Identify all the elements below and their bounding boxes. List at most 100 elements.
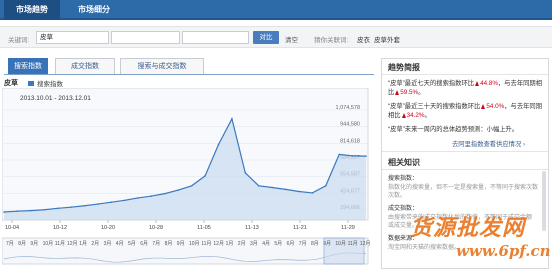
legend-label[interactable]: 搜索指数: [37, 78, 63, 88]
data-point: [150, 195, 153, 197]
tab-search-and-deal-index[interactable]: 搜索与成交指数: [120, 58, 204, 74]
keyword-input-2[interactable]: [111, 31, 180, 44]
overview-tick-label: 4月: [262, 241, 270, 247]
tab-market-trend[interactable]: 市场趋势: [4, 0, 60, 20]
divider: [382, 169, 548, 170]
recommend-link-1[interactable]: 皮衣: [357, 34, 370, 44]
knowledge-text: 指数化的搜索量，但不一定是搜索量，不等同于搜索次数: [388, 185, 539, 191]
overview-tick-label: 8月: [165, 241, 173, 247]
compare-button[interactable]: 对比: [253, 31, 279, 44]
recommend-label: 猜你关联词:: [314, 37, 349, 44]
trend-text: 。: [418, 89, 425, 96]
keyword-label: 关键词:: [8, 37, 30, 44]
data-point: [338, 153, 340, 156]
more-supply-link[interactable]: 去阿里指数查看供应情况 ›: [452, 139, 525, 148]
data-point: [204, 175, 206, 177]
watermark: 货源批发网 www.6pf.cn: [410, 206, 551, 266]
trend-value: 59.5%: [400, 89, 419, 96]
data-point: [217, 143, 220, 146]
overview-tick-label: 1月: [79, 241, 87, 247]
overview-tick-label: 5月: [274, 241, 282, 247]
knowledge-heading: 搜索指数：: [388, 176, 419, 182]
overview-tick-label: 4月: [116, 241, 124, 247]
up-arrow-icon: [475, 80, 480, 86]
y-tick-label: 944,580: [340, 122, 360, 128]
data-point: [298, 190, 300, 193]
data-point: [30, 209, 32, 212]
overview-tick-label: 6月: [140, 241, 148, 247]
overview-tick-label: 1月: [226, 241, 234, 247]
keyword-input-3[interactable]: [182, 31, 249, 44]
legend-swatch: [28, 81, 34, 86]
data-point: [164, 192, 166, 195]
date-range-label: 2013.10.01 - 2013.12.01: [20, 95, 91, 102]
data-point: [284, 188, 287, 191]
x-tick-label: 10-20: [101, 225, 115, 231]
overview-tick-label: 3月: [104, 241, 112, 247]
trend-item: “皮草”最近三十天的搜索指数环比 54.0%，与去年同期相比 34.2%。: [388, 102, 546, 120]
overview-tick-label: 12月: [213, 241, 224, 247]
recommend-link-2[interactable]: 皮草外套: [374, 34, 400, 44]
search-index-chart[interactable]: 2013.10.01 - 2013.12.01 1,074,578 944,580 8…: [2, 88, 372, 271]
index-tabs: 搜索指数 成交指数 搜索与成交指数: [4, 58, 374, 75]
overview-tick-label: 10月: [43, 241, 54, 247]
chart-keyword: 皮草: [4, 80, 18, 87]
tab-search-index[interactable]: 搜索指数: [8, 58, 48, 74]
data-point: [351, 155, 354, 157]
keyword-input-1[interactable]: 皮草: [36, 31, 109, 44]
overview-tick-label: 10月: [335, 241, 346, 247]
data-point: [190, 184, 193, 187]
overview-tick-label: 11月: [201, 241, 211, 247]
overview-tick-label: 6月: [287, 241, 295, 247]
trend-text: “皮草”未来一周内的总体趋势预测：小幅上升。: [388, 126, 519, 133]
y-tick-label: 1,074,578: [336, 105, 360, 111]
x-tick-label: 11-13: [245, 225, 259, 231]
overview-tick-label: 7月: [6, 241, 14, 247]
data-point: [123, 199, 126, 202]
x-tick-label: 10-28: [149, 225, 163, 231]
data-point: [271, 186, 273, 189]
data-point: [16, 210, 19, 212]
overview-tick-label: 8月: [311, 241, 319, 247]
overview-tick-label: 12月: [360, 241, 371, 247]
data-point: [177, 189, 180, 191]
y-tick-label: 814,618: [340, 138, 360, 144]
trend-text: “皮草”最近七天的搜索指数环比: [388, 80, 475, 87]
overview-tick-label: 5月: [128, 241, 136, 247]
trend-value: 34.2%: [406, 112, 425, 119]
data-point: [257, 184, 260, 187]
divider: [382, 74, 548, 75]
up-arrow-icon: [481, 103, 486, 109]
overview-tick-label: 12月: [67, 241, 78, 247]
data-point: [137, 197, 139, 199]
trend-brief-title: 趋势简报: [388, 63, 420, 72]
overview-tick-label: 2月: [238, 241, 246, 247]
data-point: [244, 172, 247, 174]
data-point: [324, 184, 327, 187]
x-tick-label: 11-05: [197, 225, 211, 231]
overview-tick-label: 9月: [30, 241, 38, 247]
tab-deal-index[interactable]: 成交指数: [55, 58, 115, 74]
knowledge-text: 次数。: [388, 193, 407, 199]
chart-svg[interactable]: 2013.10.01 - 2013.12.01 1,074,578 944,580 8…: [2, 88, 372, 271]
data-point: [3, 211, 5, 213]
trend-item: “皮草”未来一周内的总体趋势预测：小幅上升。: [388, 125, 546, 134]
clear-button[interactable]: 清空: [285, 34, 298, 44]
trend-item: “皮草”最近七天的搜索指数环比 44.8%，与去年同期相比 59.5%。: [388, 79, 546, 97]
overview-tick-label: 9月: [323, 241, 331, 247]
x-tick-label: 11-21: [293, 225, 307, 231]
up-arrow-icon: [401, 112, 406, 118]
trend-text: “皮草”最近三十天的搜索指数环比: [388, 103, 481, 110]
x-tick-label: 11-29: [341, 225, 355, 231]
up-arrow-icon: [395, 89, 400, 95]
overview-tick-label: 11月: [348, 241, 358, 247]
data-point: [365, 155, 367, 157]
tab-market-segment[interactable]: 市场细分: [66, 0, 122, 20]
data-point: [56, 207, 59, 210]
trend-value: 44.8%: [480, 80, 498, 87]
search-bar: 关键词: 皮草 对比 清空 猜你关联词: 皮衣 皮草外套: [0, 26, 552, 48]
data-point: [110, 201, 113, 203]
divider: [382, 151, 548, 152]
watermark-brand: 货源批发网: [410, 215, 526, 241]
data-point: [97, 203, 99, 205]
